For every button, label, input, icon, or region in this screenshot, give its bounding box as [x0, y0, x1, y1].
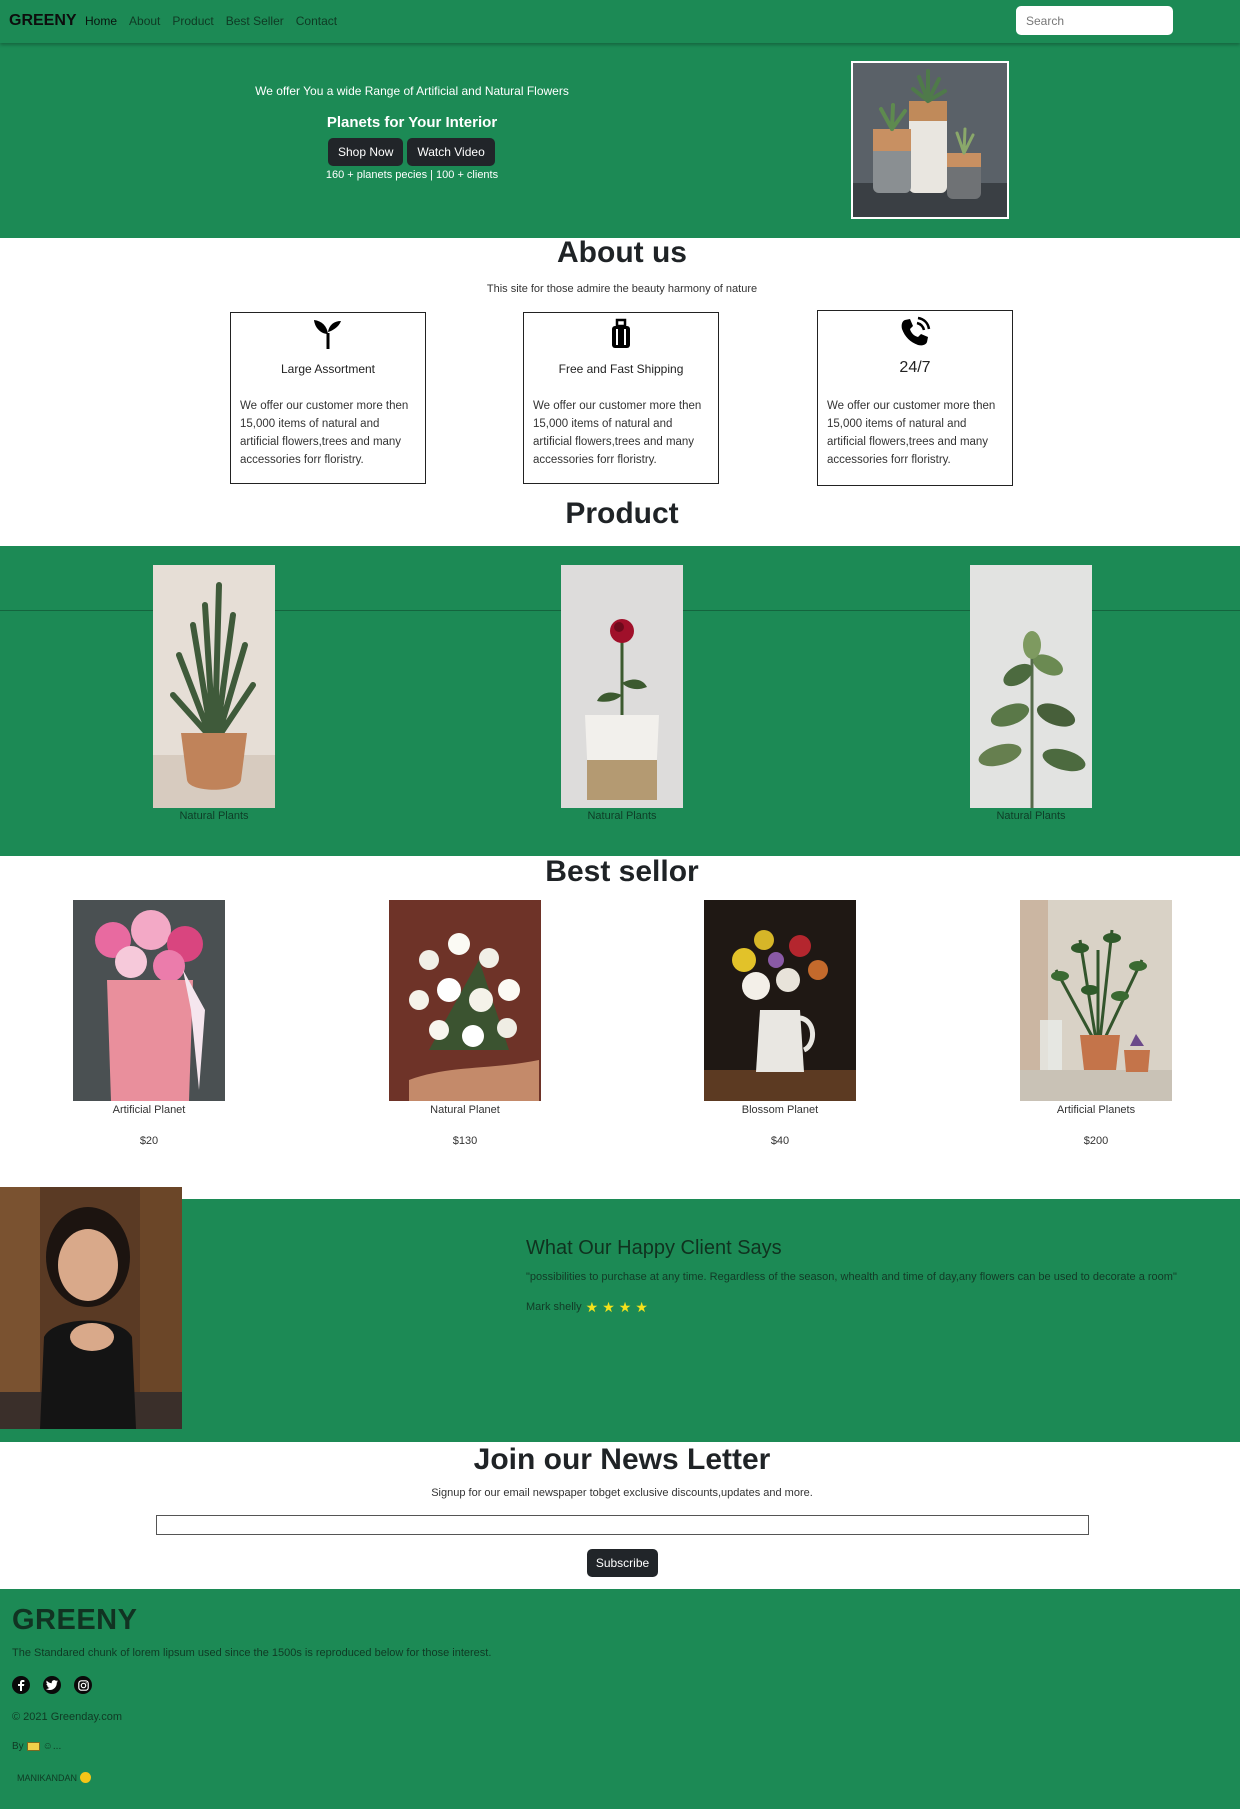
twitter-icon[interactable] [43, 1676, 61, 1694]
nav-link-best-seller[interactable]: Best Seller [226, 14, 284, 28]
testimonial-title: What Our Happy Client Says [526, 1237, 782, 1259]
best-seller-name: Artificial Planets [1056, 1104, 1136, 1116]
footer-text: The Standared chunk of lorem lipsum used… [12, 1647, 492, 1659]
feature-card-title: Free and Fast Shipping [558, 362, 684, 376]
social-links [12, 1676, 92, 1694]
best-seller-name: Artificial Planet [112, 1104, 186, 1116]
star-icon: ★ [635, 1299, 648, 1315]
nav-link-home[interactable]: Home [85, 14, 117, 28]
nav-link-contact[interactable]: Contact [296, 14, 337, 28]
product-caption: Natural Plants [587, 810, 657, 822]
footer: GREENY The Standared chunk of lorem lips… [0, 1589, 1240, 1809]
best-seller-price: $20 [139, 1135, 159, 1147]
testimonial-author-row: Mark shelly ★ ★ ★ ★ [526, 1300, 648, 1314]
hero-plants-image [851, 61, 1009, 219]
product-section: Natural Plants Natural Plants Natural Pl… [0, 546, 1240, 856]
feature-card-title: Large Assortment [280, 362, 376, 376]
product-image-snake-plant[interactable] [153, 565, 275, 808]
footer-by-label: By [12, 1741, 24, 1752]
phone-icon [818, 315, 1012, 347]
testimonial-quote: "possibilities to purchase at any time. … [526, 1271, 1177, 1283]
search-input[interactable] [1016, 6, 1173, 35]
feature-card-support: 24/7 We offer our customer more then 15,… [817, 310, 1013, 486]
newsletter-heading: Join our News Letter [473, 1443, 771, 1476]
about-heading: About us [557, 236, 687, 269]
smiley-icon [80, 1772, 92, 1783]
product-caption: Natural Plants [179, 810, 249, 822]
laptop-icon [26, 1742, 40, 1751]
testimonial-author: Mark shelly [526, 1301, 582, 1313]
product-image-rubber-plant[interactable] [970, 565, 1092, 808]
watch-video-button[interactable]: Watch Video [407, 138, 495, 166]
best-seller-name: Natural Planet [430, 1104, 500, 1116]
best-seller-heading: Best sellor [545, 855, 699, 888]
best-seller-image-blossom-vase[interactable] [704, 900, 856, 1101]
subscribe-button[interactable]: Subscribe [587, 1549, 658, 1577]
hero-buttons: Shop Now Watch Video [328, 138, 495, 166]
navbar: GREENY Home About Product Best Seller Co… [0, 0, 1240, 43]
shop-now-button[interactable]: Shop Now [328, 138, 404, 166]
footer-copyright: © 2021 Greenday.com [12, 1711, 123, 1723]
best-seller-image-white-flowers[interactable] [389, 900, 541, 1101]
product-heading: Product [565, 497, 679, 530]
hero-title: Planets for Your Interior [326, 114, 498, 131]
suitcase-icon [524, 317, 718, 349]
best-seller-price: $130 [452, 1135, 478, 1147]
star-icon: ★ [602, 1299, 615, 1315]
about-subtitle: This site for those admire the beauty ha… [486, 283, 758, 295]
star-icon: ★ [618, 1299, 632, 1315]
product-caption: Natural Plants [996, 810, 1066, 822]
hero-section: We offer You a wide Range of Artificial … [0, 43, 1240, 238]
feature-card-title: 24/7 [899, 359, 931, 376]
client-photo [0, 1187, 182, 1429]
footer-byline: By ☺... [12, 1741, 61, 1752]
nav-link-product[interactable]: Product [172, 14, 213, 28]
footer-by-suffix: ☺... [42, 1741, 62, 1752]
star-icon: ★ [585, 1299, 599, 1315]
facebook-icon[interactable] [12, 1676, 30, 1694]
best-seller-price: $40 [770, 1135, 790, 1147]
feature-card-text: We offer our customer more then 15,000 i… [827, 400, 996, 466]
feature-card-shipping: Free and Fast Shipping We offer our cust… [523, 312, 719, 484]
footer-maker: MANIKANDAN [17, 1772, 92, 1783]
best-seller-image-zz-plant[interactable] [1020, 900, 1172, 1101]
maker-name: MANIKANDAN [17, 1772, 78, 1783]
best-seller-name: Blossom Planet [741, 1104, 819, 1116]
best-seller-image-pink-bouquet[interactable] [73, 900, 225, 1101]
feature-card-text: We offer our customer more then 15,000 i… [240, 400, 409, 466]
feature-card-text: We offer our customer more then 15,000 i… [533, 400, 702, 466]
feature-card-large-assortment: Large Assortment We offer our customer m… [230, 312, 426, 484]
hero-tagline: We offer You a wide Range of Artificial … [255, 84, 569, 98]
newsletter-email-input[interactable] [156, 1515, 1089, 1535]
newsletter-subtitle: Signup for our email newspaper tobget ex… [431, 1487, 813, 1499]
instagram-icon[interactable] [74, 1676, 92, 1694]
product-image-rose[interactable] [561, 565, 683, 808]
footer-brand: GREENY [12, 1604, 138, 1636]
best-seller-price: $200 [1083, 1135, 1109, 1147]
nav-links: Home About Product Best Seller Contact [85, 14, 337, 28]
testimonial-section [0, 1199, 1240, 1442]
sprout-icon [231, 317, 425, 349]
hero-stats: 160 + planets pecies | 100 + clients [325, 169, 499, 181]
nav-link-about[interactable]: About [129, 14, 160, 28]
brand-logo[interactable]: GREENY [9, 12, 77, 30]
